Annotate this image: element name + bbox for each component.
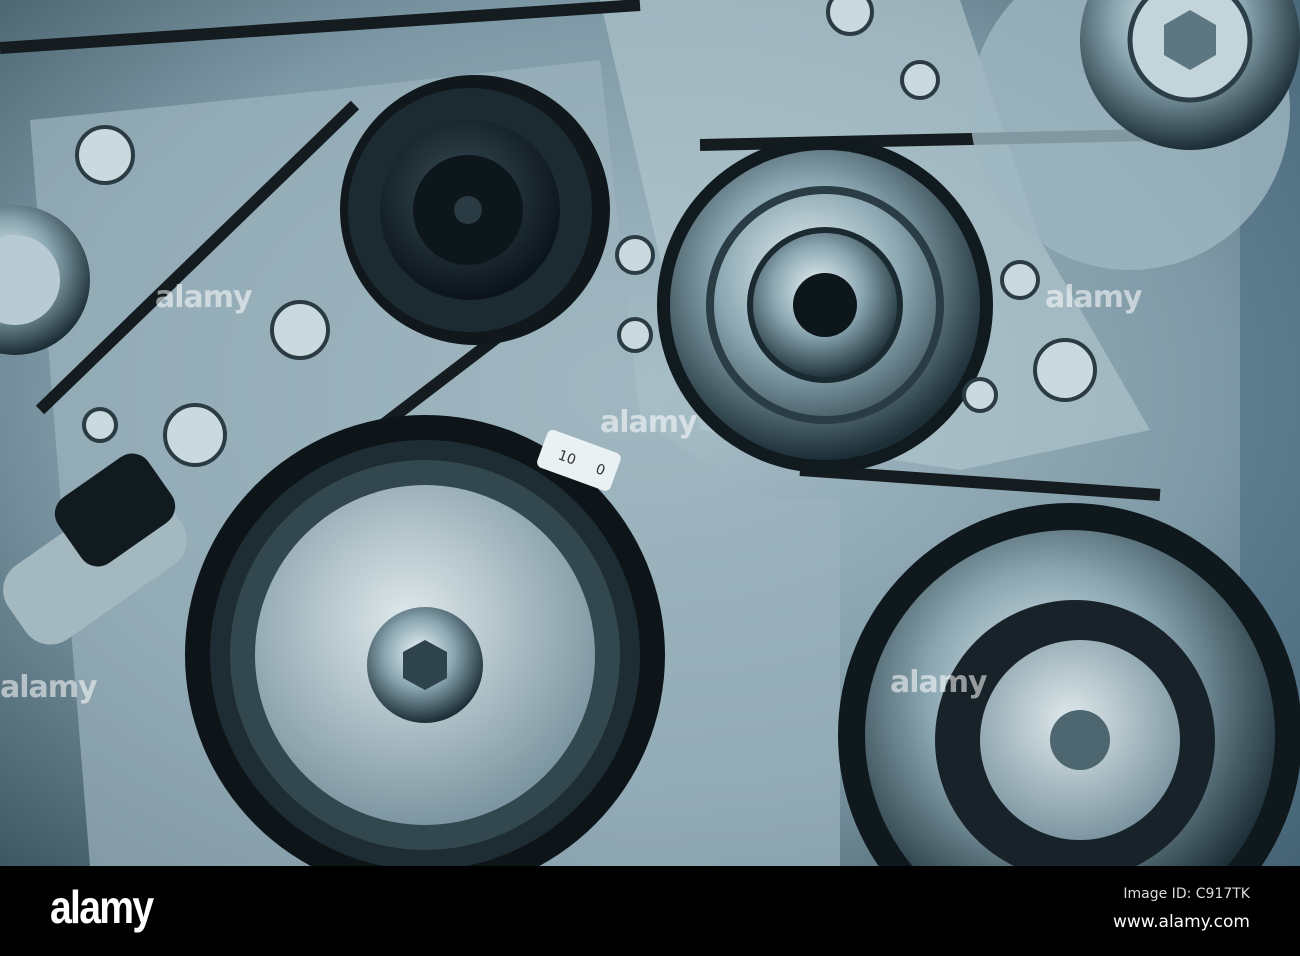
chrome-pulley (657, 137, 993, 473)
site-url[interactable]: www.alamy.com (1113, 912, 1250, 932)
watermark: alamy (600, 405, 698, 440)
watermark: alamy (155, 280, 253, 315)
footer-bar: alamy Image ID: C917TK www.alamy.com (0, 866, 1300, 956)
watermark: alamy (890, 665, 988, 700)
image-id: Image ID: C917TK (1123, 886, 1250, 902)
alamy-logo[interactable]: alamy (50, 880, 154, 934)
watermark: alamy (0, 670, 98, 705)
watermark: alamy (1045, 280, 1143, 315)
tensioner-pulley (340, 75, 610, 345)
